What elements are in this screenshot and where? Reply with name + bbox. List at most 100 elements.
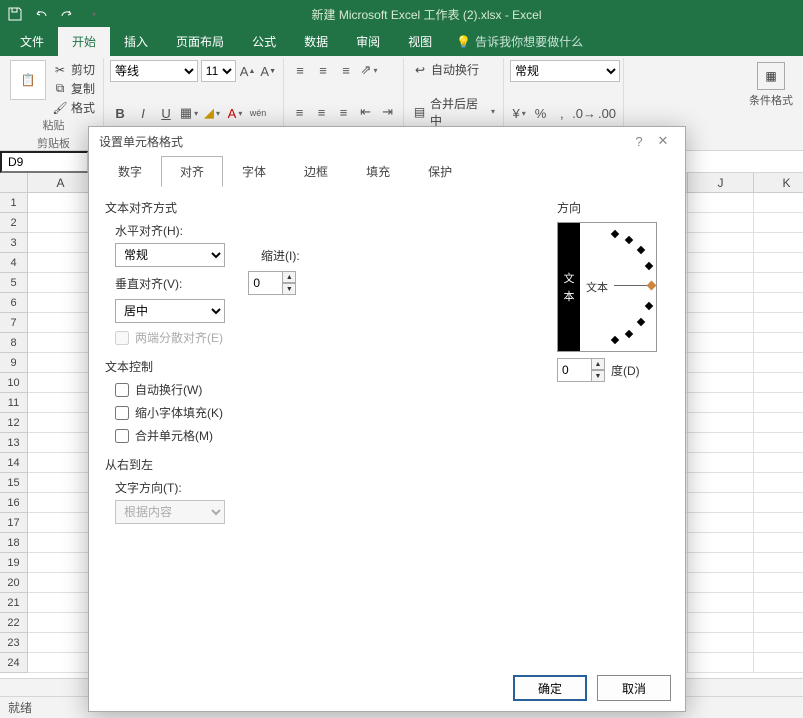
align-center-icon[interactable]: ≡ [312,102,331,122]
row-header[interactable]: 8 [0,333,28,353]
cell[interactable] [28,553,94,573]
currency-icon[interactable]: ¥ [510,103,528,123]
percent-icon[interactable]: % [531,103,549,123]
cell[interactable] [688,253,754,273]
close-icon[interactable]: ✕ [651,133,675,149]
cell[interactable] [688,493,754,513]
cell[interactable] [28,573,94,593]
row-headers[interactable]: 123456789101112131415161718192021222324 [0,193,28,673]
align-right-icon[interactable]: ≡ [334,102,353,122]
cell[interactable] [28,353,94,373]
cell[interactable] [28,273,94,293]
cell[interactable] [754,573,803,593]
row-header[interactable]: 18 [0,533,28,553]
cell[interactable] [754,313,803,333]
font-name-select[interactable]: 等线 [110,60,198,82]
wrap-text-button[interactable]: ↩自动换行 [410,60,497,79]
row-header[interactable]: 11 [0,393,28,413]
cell[interactable] [688,273,754,293]
cell[interactable] [754,393,803,413]
align-left-icon[interactable]: ≡ [290,102,309,122]
increase-font-icon[interactable]: A▲ [239,61,257,81]
row-header[interactable]: 13 [0,433,28,453]
number-format-select[interactable]: 常规 [510,60,620,82]
select-all-corner[interactable] [0,173,28,193]
row-header[interactable]: 22 [0,613,28,633]
cell[interactable] [754,493,803,513]
align-bottom-icon[interactable]: ≡ [336,60,356,80]
cell[interactable] [28,233,94,253]
merge-center-button[interactable]: ▤合并后居中 [410,94,497,130]
underline-button[interactable]: U [156,103,176,123]
name-box[interactable] [0,151,88,173]
cell[interactable] [688,473,754,493]
column-header[interactable]: A [28,173,94,193]
cell[interactable] [28,193,94,213]
cell[interactable] [28,613,94,633]
cell[interactable] [28,373,94,393]
row-header[interactable]: 2 [0,213,28,233]
redo-icon[interactable] [56,3,78,25]
cell[interactable] [28,533,94,553]
cell[interactable] [28,433,94,453]
cell[interactable] [28,313,94,333]
spin-down-icon[interactable]: ▼ [591,370,605,382]
spin-up-icon[interactable]: ▲ [282,271,296,283]
decrease-font-icon[interactable]: A▼ [259,61,277,81]
cell[interactable] [754,513,803,533]
v-align-select[interactable]: 居中 [115,299,225,323]
wrap-checkbox[interactable]: 自动换行(W) [115,381,541,398]
cell[interactable] [688,633,754,653]
row-header[interactable]: 4 [0,253,28,273]
merge-input[interactable] [115,429,129,443]
row-header[interactable]: 9 [0,353,28,373]
column-header[interactable]: K [754,173,803,193]
border-button[interactable]: ▦ [179,103,199,123]
cell[interactable] [754,373,803,393]
cell[interactable] [28,413,94,433]
cell[interactable] [688,393,754,413]
cell[interactable] [754,413,803,433]
cell[interactable] [688,293,754,313]
cell[interactable] [754,473,803,493]
cell[interactable] [28,333,94,353]
cell[interactable] [688,413,754,433]
row-header[interactable]: 7 [0,313,28,333]
merge-checkbox[interactable]: 合并单元格(M) [115,427,541,444]
cell[interactable] [754,193,803,213]
tab-alignment[interactable]: 对齐 [161,156,223,187]
bold-button[interactable]: B [110,103,130,123]
phonetic-button[interactable]: wén [248,103,268,123]
undo-icon[interactable] [30,3,52,25]
wrap-input[interactable] [115,383,129,397]
indent-input[interactable] [248,271,282,295]
row-header[interactable]: 12 [0,413,28,433]
tab-fill[interactable]: 填充 [347,156,409,187]
vertical-text-button[interactable]: 文 本 [558,223,580,351]
row-header[interactable]: 19 [0,553,28,573]
tab-insert[interactable]: 插入 [110,27,162,56]
shrink-checkbox[interactable]: 缩小字体填充(K) [115,404,541,421]
tab-formula[interactable]: 公式 [238,27,290,56]
cell[interactable] [754,593,803,613]
row-header[interactable]: 6 [0,293,28,313]
cell[interactable] [688,593,754,613]
shrink-input[interactable] [115,406,129,420]
orientation-dial[interactable]: 文本 [580,223,656,351]
degrees-spinner[interactable]: ▲▼ [557,358,605,382]
tab-home[interactable]: 开始 [58,27,110,56]
cell[interactable] [688,613,754,633]
cell[interactable] [754,633,803,653]
row-header[interactable]: 24 [0,653,28,673]
degrees-input[interactable] [557,358,591,382]
font-size-select[interactable]: 11 [201,60,236,82]
cell[interactable] [754,333,803,353]
cell[interactable] [688,233,754,253]
cell[interactable] [688,213,754,233]
cell[interactable] [754,533,803,553]
h-align-select[interactable]: 常规 [115,243,225,267]
italic-button[interactable]: I [133,103,153,123]
tab-font[interactable]: 字体 [223,156,285,187]
qat-customize-icon[interactable] [82,3,104,25]
cell[interactable] [754,233,803,253]
